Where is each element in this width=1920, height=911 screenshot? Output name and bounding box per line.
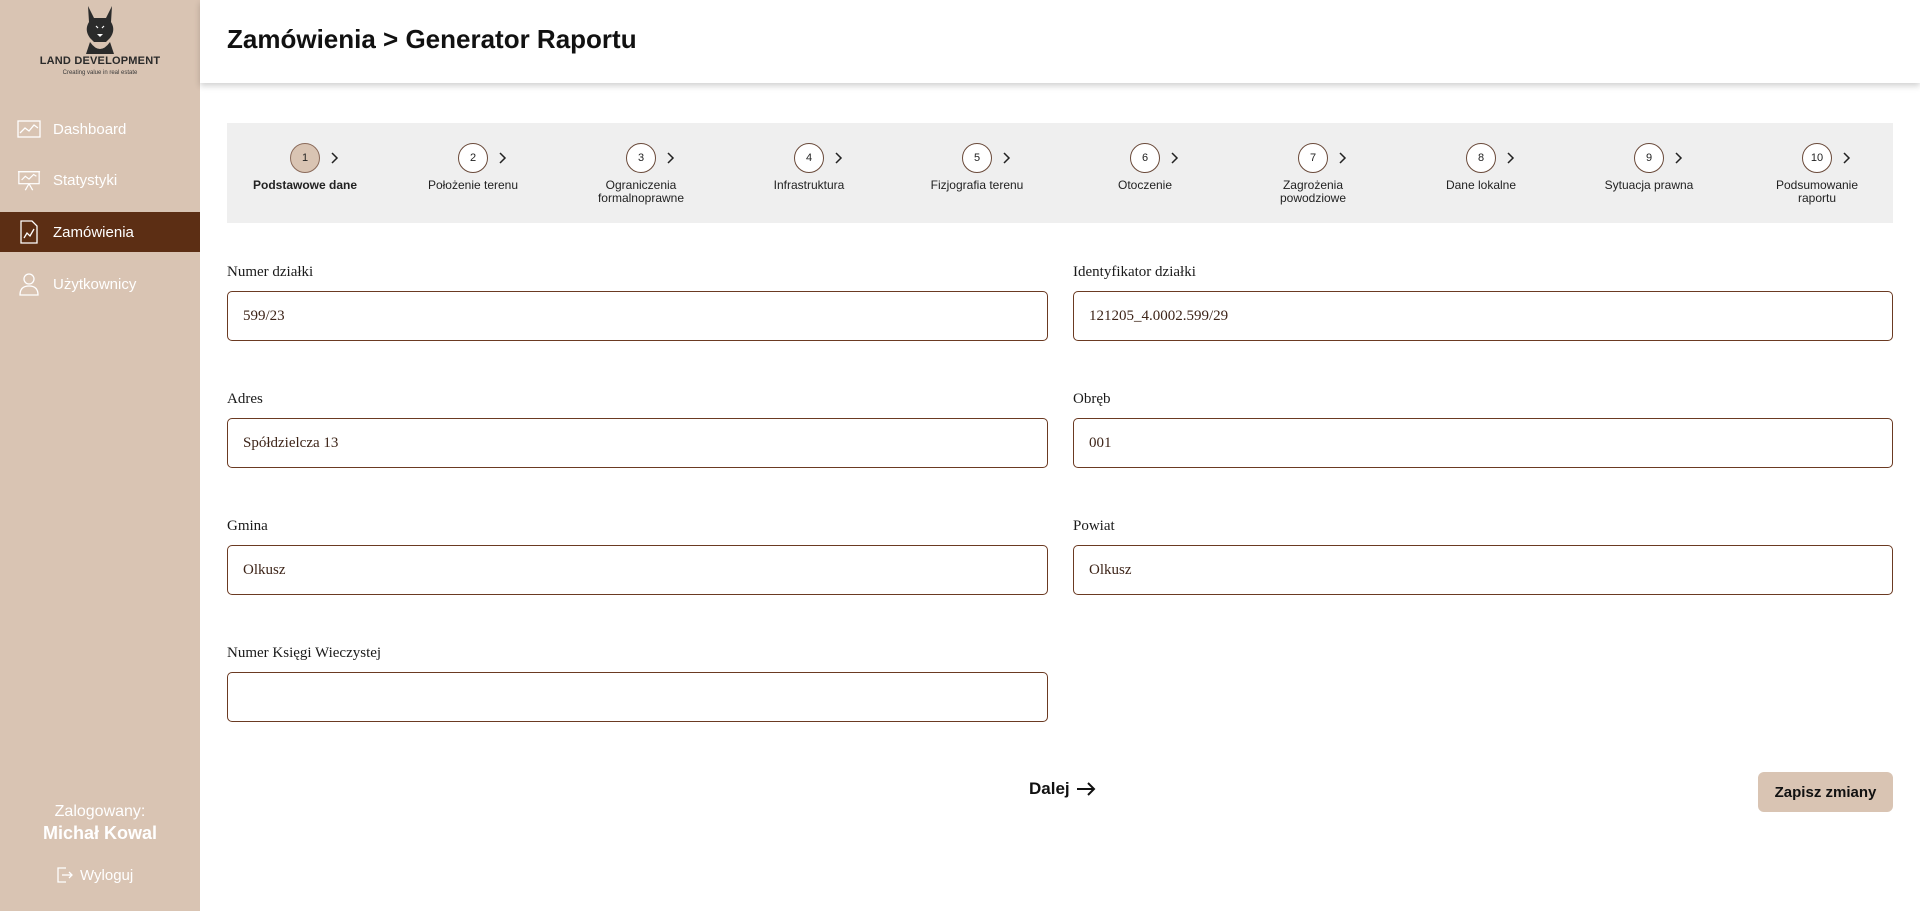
numer-dzialki-input[interactable] xyxy=(227,291,1048,341)
chevron-right-icon xyxy=(1339,152,1347,164)
next-label: Dalej xyxy=(1029,779,1070,798)
sidebar: LAND DEVELOPMENT Creating value in real … xyxy=(0,0,200,911)
numer-ksiegi-wieczystej-label: Numer Księgi Wieczystej xyxy=(227,645,382,661)
adres-label: Adres xyxy=(227,391,263,407)
sidebar-item-dashboard[interactable]: Dashboard xyxy=(0,109,200,149)
step-label: Infrastruktura xyxy=(773,178,845,192)
sidebar-item-label: Użytkownicy xyxy=(53,275,137,293)
step-number: 4 xyxy=(794,143,824,173)
step-label: Zagrożenia powodziowe xyxy=(1279,178,1347,205)
step-number: 2 xyxy=(458,143,488,173)
user-icon xyxy=(17,272,41,296)
sidebar-item-zamowienia[interactable]: Zamówienia xyxy=(0,212,200,252)
step-number: 9 xyxy=(1634,143,1664,173)
numer-ksiegi-wieczystej-input[interactable] xyxy=(227,672,1048,722)
chevron-right-icon xyxy=(499,152,507,164)
step-number: 6 xyxy=(1130,143,1160,173)
page-header: Zamówienia > Generator Raportu xyxy=(200,0,1920,83)
logged-user-name: Michał Kowal xyxy=(42,823,158,843)
step-label: Podstawowe dane xyxy=(252,178,358,192)
logout-button[interactable]: Wyloguj xyxy=(56,864,133,886)
logo-title: LAND DEVELOPMENT xyxy=(39,55,161,67)
step-number: 1 xyxy=(290,143,320,173)
logged-in-info: Zalogowany: Michał Kowal xyxy=(0,803,200,844)
logout-label: Wyloguj xyxy=(80,866,134,884)
sidebar-item-label: Dashboard xyxy=(53,120,127,138)
page-title: Zamówienia > Generator Raportu xyxy=(227,24,637,54)
line-chart-icon xyxy=(17,117,41,141)
step-label: Otoczenie xyxy=(1117,178,1173,192)
dog-logo-icon xyxy=(86,6,114,54)
presentation-board-icon xyxy=(17,168,41,192)
step-number: 3 xyxy=(626,143,656,173)
logged-label: Zalogowany: xyxy=(54,803,146,820)
step-label: Położenie terenu xyxy=(427,178,519,192)
gmina-label: Gmina xyxy=(227,518,268,534)
document-chart-icon xyxy=(17,220,41,244)
identyfikator-dzialki-label: Identyfikator działki xyxy=(1073,264,1196,280)
numer-dzialki-label: Numer działki xyxy=(227,264,314,280)
step-number: 5 xyxy=(962,143,992,173)
chevron-right-icon xyxy=(331,152,339,164)
step-label: Fizjografia terenu xyxy=(930,178,1024,192)
obreb-label: Obręb xyxy=(1073,391,1111,407)
step-label: Dane lokalne xyxy=(1445,178,1517,192)
step-label: Podsumowanie raportu xyxy=(1775,178,1859,205)
identyfikator-dzialki-input[interactable] xyxy=(1073,291,1893,341)
step-number: 8 xyxy=(1466,143,1496,173)
sidebar-item-uzytkownicy[interactable]: Użytkownicy xyxy=(0,264,200,304)
chevron-right-icon xyxy=(1171,152,1179,164)
chevron-right-icon xyxy=(1675,152,1683,164)
arrow-right-icon xyxy=(1076,782,1096,796)
step-number: 10 xyxy=(1802,143,1832,173)
step-label: Ograniczenia formalnoprawne xyxy=(597,178,685,205)
chevron-right-icon xyxy=(667,152,675,164)
chevron-right-icon xyxy=(1507,152,1515,164)
powiat-label: Powiat xyxy=(1073,518,1115,534)
next-button[interactable]: Dalej xyxy=(1029,779,1096,799)
logo-subtitle: Creating value in real estate xyxy=(62,70,138,76)
obreb-input[interactable] xyxy=(1073,418,1893,468)
chevron-right-icon xyxy=(835,152,843,164)
sidebar-item-label: Zamówienia xyxy=(53,223,134,241)
report-stepper: 1 Podstawowe dane 2 Położenie terenu 3 O… xyxy=(227,123,1893,223)
gmina-input[interactable] xyxy=(227,545,1048,595)
chevron-right-icon xyxy=(1003,152,1011,164)
step-label: Sytuacja prawna xyxy=(1604,178,1694,192)
adres-input[interactable] xyxy=(227,418,1048,468)
save-changes-button[interactable]: Zapisz zmiany xyxy=(1758,772,1893,812)
sidebar-item-statystyki[interactable]: Statystyki xyxy=(0,160,200,200)
chevron-right-icon xyxy=(1843,152,1851,164)
powiat-input[interactable] xyxy=(1073,545,1893,595)
logo[interactable]: LAND DEVELOPMENT Creating value in real … xyxy=(0,0,200,85)
sidebar-item-label: Statystyki xyxy=(53,171,118,189)
step-number: 7 xyxy=(1298,143,1328,173)
logout-icon xyxy=(57,867,73,883)
